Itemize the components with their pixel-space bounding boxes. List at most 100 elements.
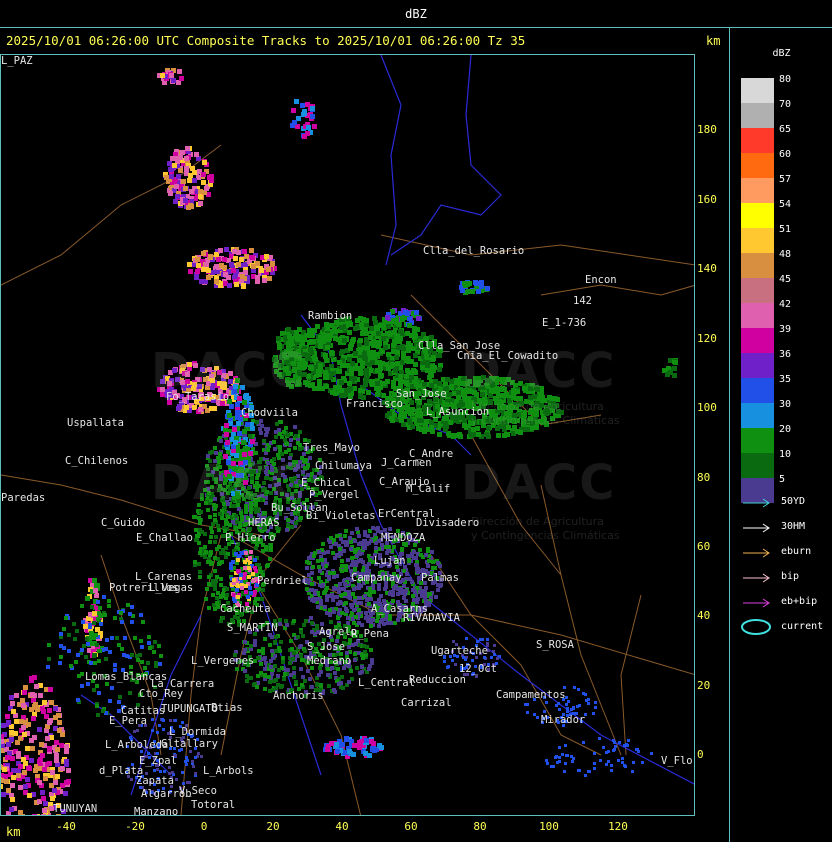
echo-pixel [558, 746, 561, 749]
echo-pixel [352, 608, 356, 612]
echo-pixel [412, 550, 416, 554]
echo-pixel [164, 175, 169, 180]
echo-pixel [261, 651, 265, 655]
echo-pixel [292, 651, 296, 655]
echo-pixel [610, 769, 613, 772]
echo-pixel [382, 622, 386, 626]
echo-pixel [47, 761, 52, 766]
echo-pixel [305, 566, 309, 570]
echo-pixel [206, 275, 211, 280]
echo-pixel [89, 661, 93, 665]
echo-pixel [536, 716, 539, 719]
echo-pixel [221, 616, 225, 620]
echo-pixel [358, 371, 363, 376]
place-label: Divisadero [416, 517, 480, 529]
echo-pixel [104, 657, 108, 661]
echo-pixel [564, 744, 567, 747]
echo-pixel [326, 673, 330, 677]
echo-pixel [594, 706, 597, 709]
echo-pixel [371, 350, 376, 355]
place-label: S_MARTIN [227, 622, 278, 634]
echo-pixel [260, 597, 264, 601]
echo-pixel [451, 659, 454, 662]
place-label: Bi_Violetas [306, 510, 376, 522]
echo-pixel [345, 609, 349, 613]
echo-pixel [130, 620, 134, 624]
echo-pixel [447, 665, 450, 668]
echo-pixel [226, 515, 230, 519]
echo-pixel [342, 338, 347, 343]
echo-pixel [573, 686, 576, 689]
watermark-sub-1: Dirección de Agricultura y Contingencias… [471, 400, 620, 428]
echo-pixel [416, 316, 421, 321]
echo-pixel [46, 665, 50, 669]
echo-pixel [264, 547, 268, 551]
echo-pixel [339, 380, 344, 385]
echo-pixel [577, 688, 580, 691]
echo-pixel [369, 648, 373, 652]
echo-pixel [224, 432, 229, 437]
echo-pixel [338, 582, 342, 586]
echo-pixel [196, 263, 201, 268]
echo-pixel [115, 636, 119, 640]
echo-pixel [322, 591, 326, 595]
echo-pixel [294, 680, 298, 684]
echo-pixel [328, 608, 332, 612]
echo-pixel [47, 708, 52, 713]
echo-pixel [119, 611, 123, 615]
echo-pixel [300, 683, 304, 687]
echo-pixel [156, 768, 159, 771]
echo-pixel [399, 379, 404, 384]
echo-pixel [598, 737, 601, 740]
echo-pixel [266, 448, 270, 452]
echo-pixel [405, 404, 410, 409]
echo-pixel [23, 761, 28, 766]
echo-pixel [437, 432, 442, 437]
echo-pixel [242, 429, 247, 434]
echo-pixel [339, 325, 344, 330]
echo-pixel [49, 700, 54, 705]
echo-pixel [465, 637, 468, 640]
echo-pixel [234, 526, 238, 530]
echo-pixel [632, 761, 635, 764]
echo-pixel [357, 534, 361, 538]
echo-pixel [422, 427, 427, 432]
echo-pixel [108, 699, 112, 703]
echo-pixel [396, 322, 401, 327]
echo-pixel [107, 604, 111, 608]
echo-pixel [486, 434, 491, 439]
echo-pixel [95, 704, 99, 708]
echo-pixel [32, 675, 37, 680]
radar-map[interactable]: DACC DACC DACC DACC Dirección de Agricul… [0, 54, 695, 816]
echo-pixel [64, 744, 69, 749]
echo-pixel [347, 381, 352, 386]
echo-pixel [240, 586, 244, 590]
echo-pixel [368, 587, 372, 591]
echo-pixel [318, 365, 323, 370]
echo-pixel [2, 767, 7, 772]
echo-pixel [364, 331, 369, 336]
echo-pixel [25, 746, 30, 751]
echo-pixel [168, 191, 173, 196]
echo-pixel [360, 665, 364, 669]
echo-pixel [203, 555, 207, 559]
echo-pixel [206, 268, 211, 273]
echo-pixel [211, 522, 215, 526]
echo-pixel [316, 559, 320, 563]
echo-pixel [336, 667, 340, 671]
echo-pixel [233, 256, 238, 261]
echo-pixel [304, 333, 309, 338]
echo-pixel [251, 264, 256, 269]
echo-pixel [163, 770, 166, 773]
echo-pixel [358, 366, 363, 371]
echo-pixel [110, 686, 114, 690]
echo-pixel [471, 659, 474, 662]
echo-pixel [279, 420, 283, 424]
echo-pixel [56, 713, 61, 718]
watermark-sub-2-line1: Dirección de Agricultura [471, 515, 604, 528]
echo-pixel [328, 613, 332, 617]
echo-pixel [219, 595, 223, 599]
echo-pixel [355, 527, 359, 531]
echo-pixel [367, 753, 372, 758]
echo-pixel [213, 513, 217, 517]
